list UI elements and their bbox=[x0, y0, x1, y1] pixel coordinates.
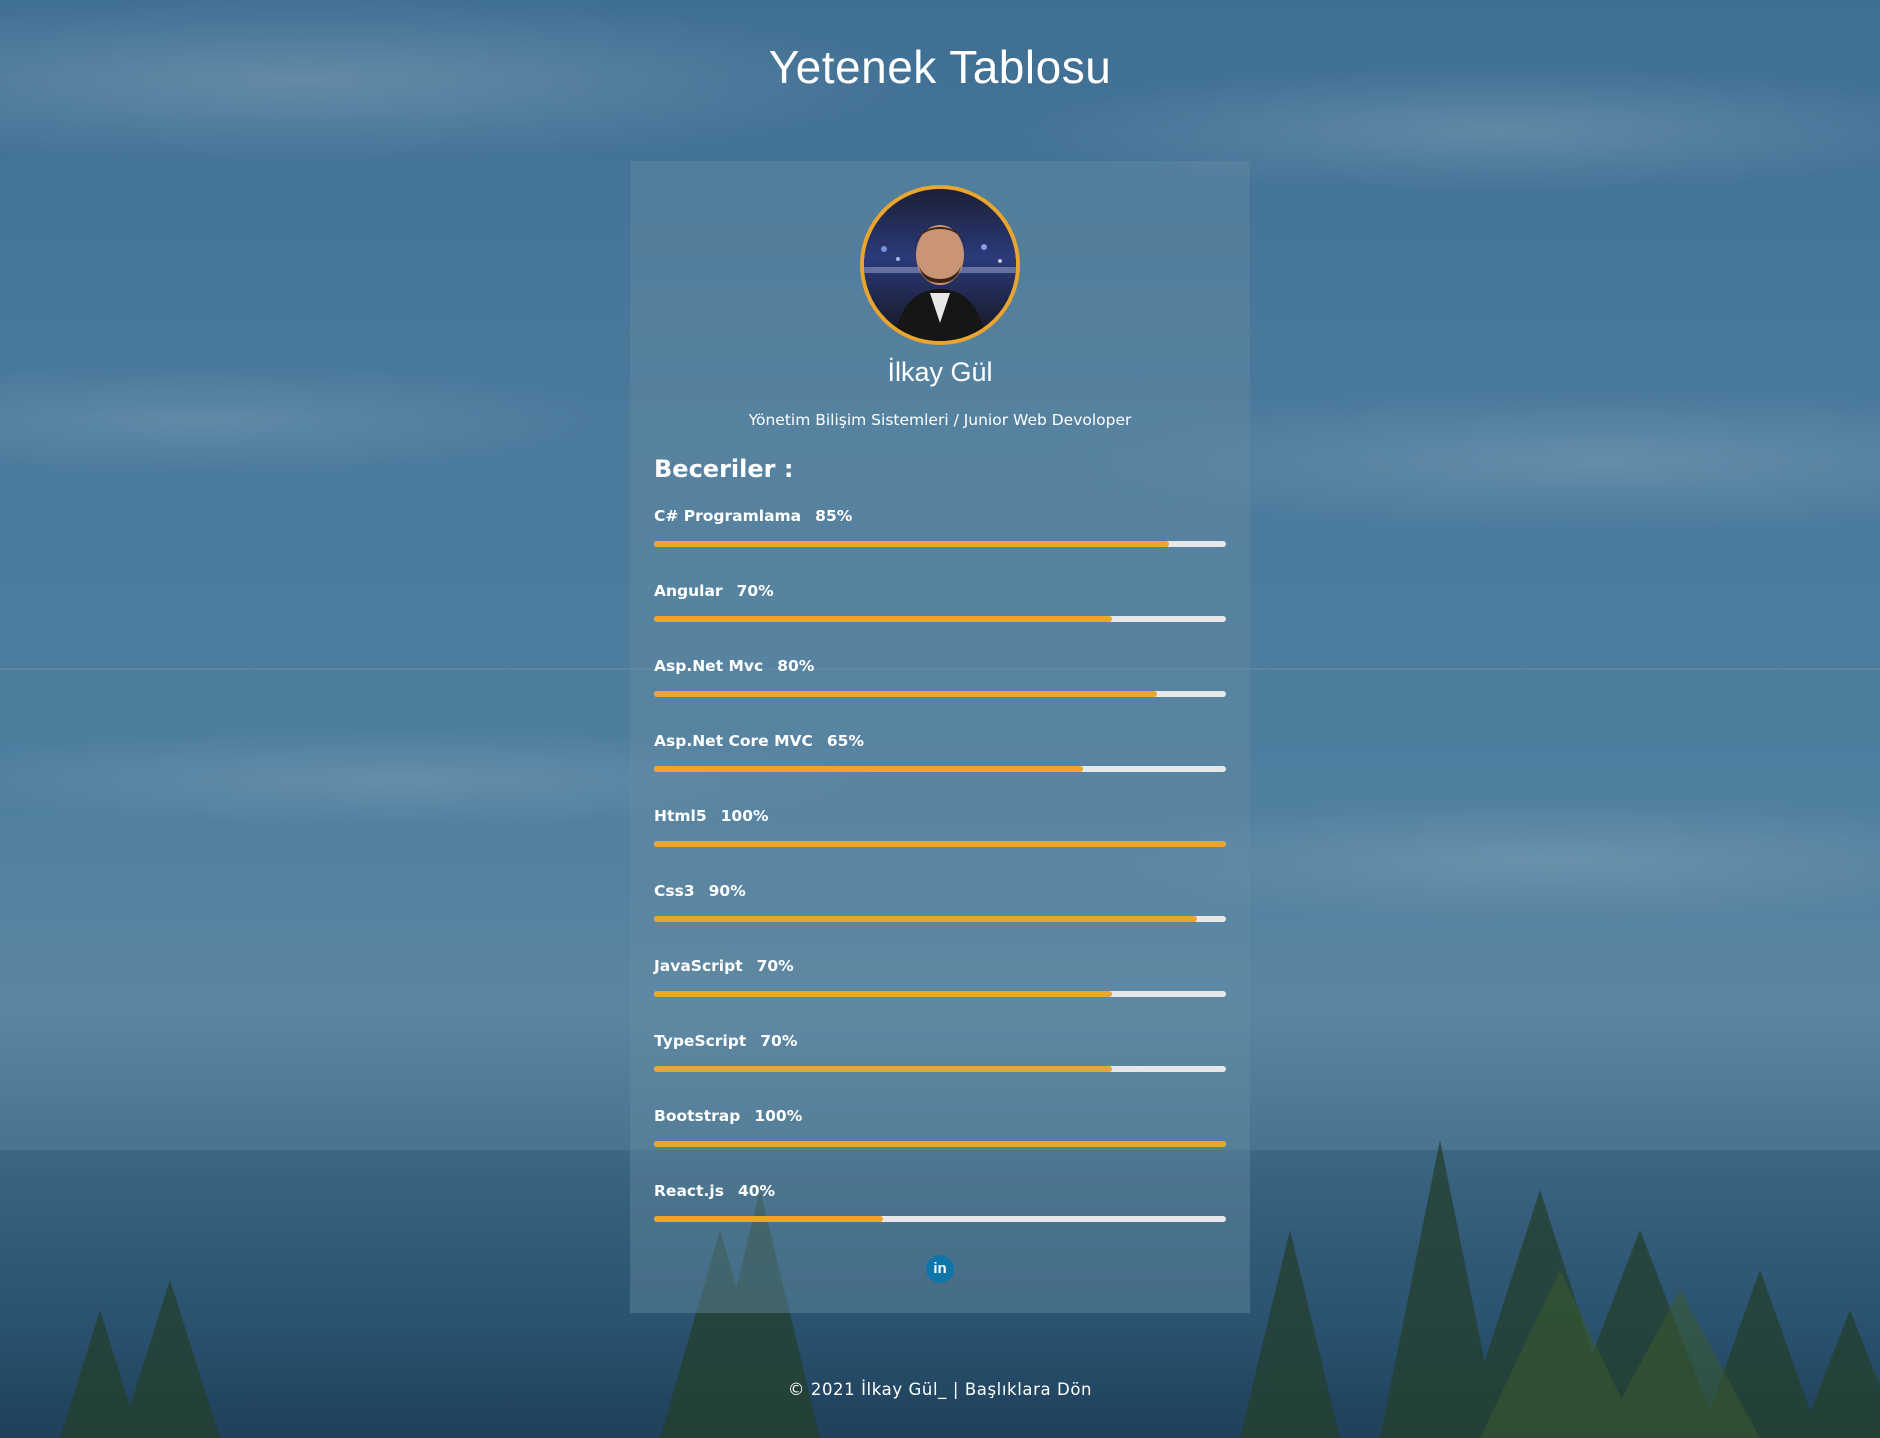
skill-percent: 70% bbox=[756, 957, 794, 975]
skill-item: Html5 100% bbox=[654, 807, 1226, 857]
skill-label: JavaScript bbox=[654, 957, 743, 975]
skill-label: Asp.Net Mvc bbox=[654, 657, 764, 675]
avatar bbox=[860, 185, 1020, 345]
skill-item: JavaScript 70% bbox=[654, 957, 1226, 1007]
skill-item: Asp.Net Mvc 80% bbox=[654, 657, 1226, 707]
skill-percent: 85% bbox=[815, 507, 853, 525]
skill-percent: 65% bbox=[826, 732, 864, 750]
skill-progress-track bbox=[654, 691, 1226, 697]
skill-progress-fill bbox=[654, 1141, 1226, 1147]
skill-label: Angular bbox=[654, 582, 723, 600]
skill-label: React.js bbox=[654, 1182, 724, 1200]
skill-progress-track bbox=[654, 991, 1226, 997]
skill-progress-track bbox=[654, 841, 1226, 847]
avatar-photo-icon bbox=[864, 189, 1016, 341]
skill-percent: 70% bbox=[736, 582, 774, 600]
skill-progress-track bbox=[654, 1141, 1226, 1147]
page-background: Yetenek Tablosu İlkay Gül Yönetim Bilişi… bbox=[0, 0, 1880, 1438]
skill-progress-track bbox=[654, 541, 1226, 547]
skill-progress-track bbox=[654, 1066, 1226, 1072]
skill-progress-track bbox=[654, 1216, 1226, 1222]
skill-percent: 70% bbox=[760, 1032, 798, 1050]
profile-name: İlkay Gül bbox=[887, 357, 993, 387]
skill-item: TypeScript 70% bbox=[654, 1032, 1226, 1082]
skill-percent: 100% bbox=[720, 807, 769, 825]
skill-label: Css3 bbox=[654, 882, 695, 900]
skill-label: C# Programlama bbox=[654, 507, 802, 525]
skill-percent: 90% bbox=[708, 882, 746, 900]
footer-text[interactable]: © 2021 İlkay Gül_ | Başlıklara Dön bbox=[0, 1380, 1880, 1399]
page-title: Yetenek Tablosu bbox=[768, 41, 1112, 93]
skill-progress-fill bbox=[654, 991, 1112, 997]
skill-item: C# Programlama 85% bbox=[654, 507, 1226, 557]
skill-progress-fill bbox=[654, 766, 1083, 772]
skill-progress-track bbox=[654, 916, 1226, 922]
skill-progress-fill bbox=[654, 541, 1169, 547]
skill-item: Asp.Net Core MVC 65% bbox=[654, 732, 1226, 782]
skill-progress-track bbox=[654, 766, 1226, 772]
skill-percent: 80% bbox=[777, 657, 815, 675]
skill-item: Bootstrap 100% bbox=[654, 1107, 1226, 1157]
skill-label: Asp.Net Core MVC bbox=[654, 732, 813, 750]
skill-item: Css3 90% bbox=[654, 882, 1226, 932]
skill-label: Bootstrap bbox=[654, 1107, 741, 1125]
skills-heading: Beceriler : bbox=[654, 455, 794, 483]
skill-label: Html5 bbox=[654, 807, 707, 825]
skill-item: React.js 40% bbox=[654, 1182, 1226, 1232]
skill-progress-fill bbox=[654, 841, 1226, 847]
skill-progress-fill bbox=[654, 1066, 1112, 1072]
profile-card: İlkay Gül Yönetim Bilişim Sistemleri / J… bbox=[630, 161, 1250, 1313]
skill-progress-track bbox=[654, 616, 1226, 622]
skill-progress-fill bbox=[654, 616, 1112, 622]
skill-progress-fill bbox=[654, 1216, 883, 1222]
skill-percent: 100% bbox=[754, 1107, 803, 1125]
skill-percent: 40% bbox=[737, 1182, 776, 1200]
skill-progress-fill bbox=[654, 916, 1198, 922]
skill-label: TypeScript bbox=[654, 1032, 747, 1050]
skill-progress-fill bbox=[654, 691, 1158, 697]
skill-item: Angular 70% bbox=[654, 582, 1226, 632]
linkedin-icon[interactable]: in bbox=[926, 1255, 954, 1283]
profile-role: Yönetim Bilişim Sistemleri / Junior Web … bbox=[748, 411, 1132, 429]
